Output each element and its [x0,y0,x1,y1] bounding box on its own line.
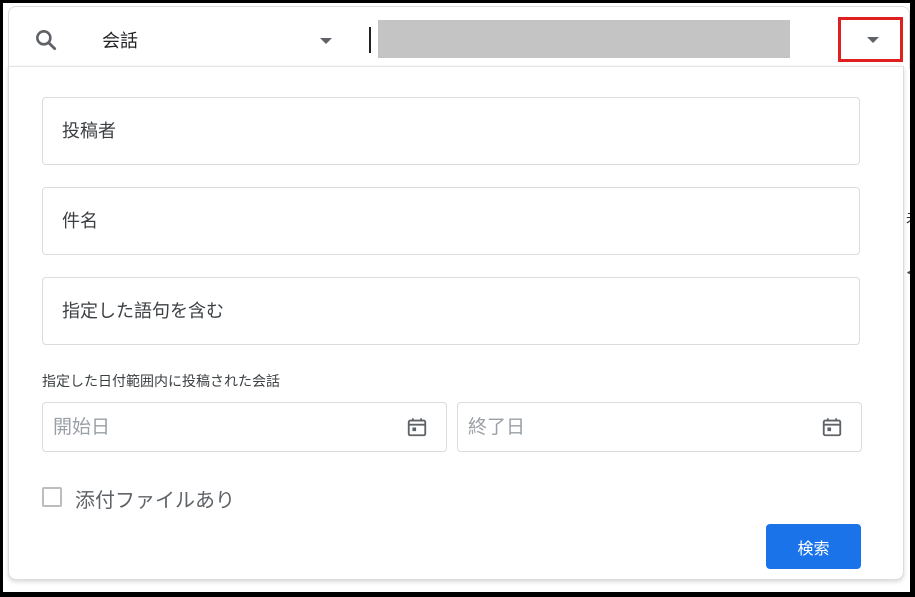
background-edge-glyph: 未 [906,208,910,228]
text-cursor [369,27,371,53]
attachment-label[interactable]: 添付ファイルあり [75,484,235,513]
advanced-search-panel: 指定した日付範囲内に投稿された会話 添付ファイルあり 検索 [8,66,904,580]
end-date-input[interactable] [458,403,861,451]
subject-input[interactable] [43,188,859,254]
search-options-button[interactable] [838,17,903,62]
from-field [42,97,860,165]
search-button[interactable]: 検索 [766,524,861,569]
search-icon[interactable] [33,27,59,53]
subject-field [42,187,860,255]
has-words-field [42,277,860,345]
calendar-icon[interactable] [406,416,428,438]
search-window: 会話 指定した日付範囲内に投稿された会話 [3,3,910,592]
start-date-field [42,402,447,452]
from-input[interactable] [43,98,859,164]
start-date-input[interactable] [43,403,446,451]
has-words-input[interactable] [43,278,859,344]
background-edge-glyph: < [906,265,910,281]
chevron-down-icon [867,37,879,43]
search-input[interactable] [378,20,790,58]
search-scope-label[interactable]: 会話 [102,27,138,53]
scope-chevron-down-icon[interactable] [320,38,332,44]
search-bar: 会話 [8,6,910,69]
date-range-caption: 指定した日付範囲内に投稿された会話 [42,374,280,390]
attachment-checkbox[interactable] [42,487,62,507]
end-date-field [457,402,862,452]
calendar-icon[interactable] [821,416,843,438]
